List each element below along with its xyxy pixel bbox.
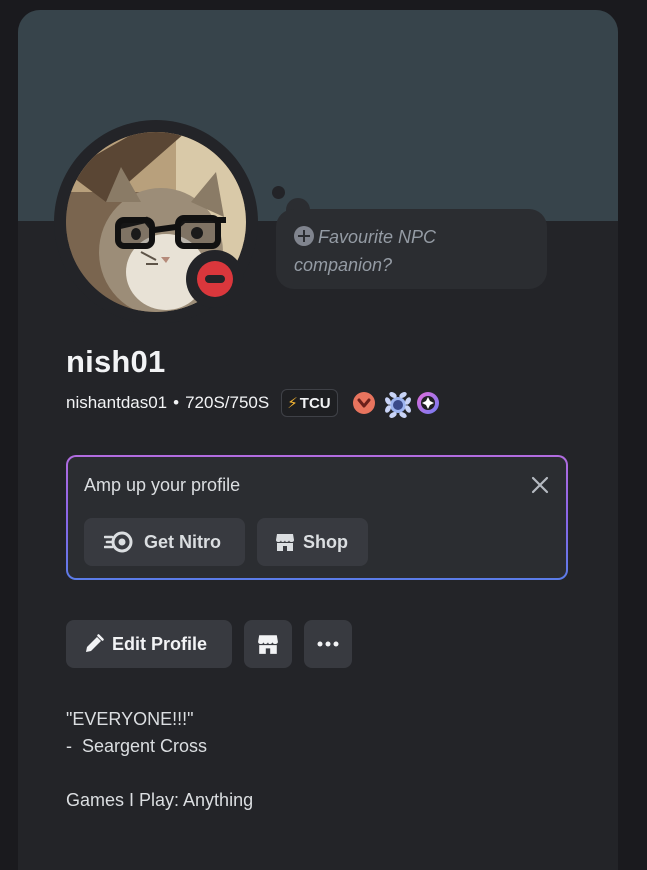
- profile-card: Favourite NPC companion? nish01 nishantd…: [18, 10, 618, 870]
- custom-status-text: Favourite NPC companion?: [294, 223, 524, 279]
- edit-profile-button[interactable]: Edit Profile: [66, 620, 232, 668]
- badge-list: [352, 391, 448, 418]
- profile-bio: "EVERYONE!!!" - Seargent Cross Games I Pl…: [66, 706, 253, 814]
- display-name: nish01: [66, 344, 166, 379]
- promo-title: Amp up your profile: [84, 475, 241, 495]
- pronouns: 720S/750S: [185, 393, 270, 412]
- shop-icon: [275, 532, 295, 552]
- get-nitro-label: Get Nitro: [144, 531, 222, 552]
- edit-profile-label: Edit Profile: [112, 633, 208, 654]
- shop-icon: [258, 635, 278, 654]
- custom-status-placeholder: Favourite NPC companion?: [294, 227, 437, 275]
- nitro-gem-badge-icon[interactable]: [416, 391, 440, 415]
- plus-circle-icon: [294, 226, 314, 246]
- profile-promo-inner: Amp up your profile Get Nitro Shop: [68, 457, 566, 578]
- shop-label: Shop: [303, 531, 348, 552]
- shop-button[interactable]: Shop: [257, 518, 368, 566]
- nitro-icon: [104, 531, 134, 553]
- bubble-tail-small: [272, 186, 285, 199]
- profile-promo-panel: Amp up your profile Get Nitro Shop: [66, 455, 568, 580]
- bio-line: [66, 760, 253, 787]
- separator: •: [173, 393, 180, 412]
- lightning-icon: ⚡: [287, 395, 298, 412]
- bio-line: "EVERYONE!!!": [66, 709, 194, 729]
- username: nishantdas01: [66, 393, 168, 412]
- pencil-icon: [84, 634, 104, 654]
- profile-shop-button[interactable]: [244, 620, 292, 668]
- get-nitro-button[interactable]: Get Nitro: [84, 518, 245, 566]
- user-subline: nishantdas01 • 720S/750S ⚡ TCU: [66, 388, 448, 418]
- clan-tag-label: TCU: [299, 394, 331, 412]
- ellipsis-icon: [317, 641, 339, 647]
- custom-status-bubble[interactable]: Favourite NPC companion?: [276, 209, 547, 289]
- dnd-status-icon: [197, 261, 233, 297]
- more-options-button[interactable]: [304, 620, 352, 668]
- bio-line: Games I Play: Anything: [66, 790, 254, 810]
- hypesquad-bravery-badge-icon[interactable]: [352, 391, 376, 415]
- close-icon[interactable]: [530, 475, 550, 495]
- bio-line: - Seargent Cross: [66, 736, 208, 756]
- clan-tag[interactable]: ⚡ TCU: [281, 389, 338, 417]
- quest-laurel-badge-icon[interactable]: [384, 391, 411, 418]
